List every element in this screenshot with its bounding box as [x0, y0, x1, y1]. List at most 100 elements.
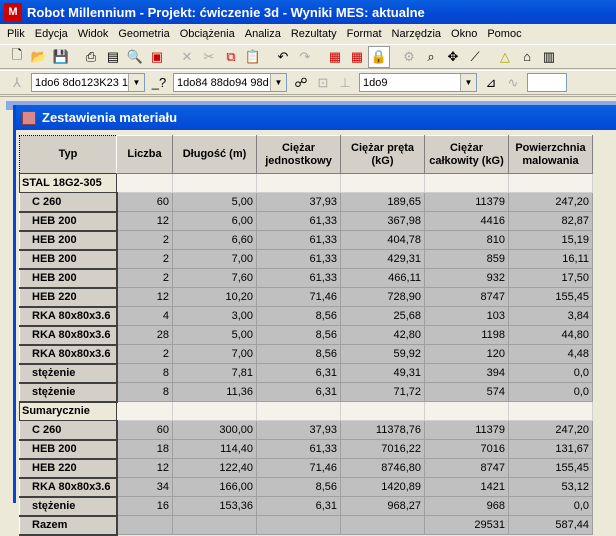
column-header[interactable]: Ciężar całkowity (kG)	[424, 135, 509, 174]
save-icon[interactable]: 💾	[50, 46, 72, 68]
row-header[interactable]: HEB 220	[19, 458, 118, 479]
cut-icon[interactable]: ✂	[198, 46, 220, 68]
menu-1[interactable]: Edycja	[30, 28, 73, 40]
table-cell: 0,0	[508, 382, 593, 402]
menu-3[interactable]: Geometria	[113, 28, 174, 40]
table-edit-icon[interactable]: ▦	[346, 46, 368, 68]
table-cell: 122,40	[172, 458, 257, 478]
column-header[interactable]: Powierzchnia malowania	[508, 135, 593, 174]
node-selection-combo[interactable]: 1do6 8do123K23 1 ▼	[31, 73, 145, 92]
print-setup-icon[interactable]: ▤	[102, 46, 124, 68]
load-case-icon[interactable]: ⊥	[334, 72, 356, 94]
table-cell: 1421	[424, 477, 509, 497]
table-cell: 6,31	[256, 382, 341, 402]
display-icon[interactable]: ⚙	[398, 46, 420, 68]
column-header[interactable]: Długość (m)	[172, 135, 257, 174]
main-toolbar: 🗋 📂 💾 ⎙ ▤ 🔍 ▣ ✕ ✂ ⧉ 📋 ↶ ↷ ▦ ▦ 🔒 ⚙ ⌕ ✥ ⟋ …	[0, 44, 616, 69]
menu-0[interactable]: Plik	[2, 28, 30, 40]
table-cell: 53,12	[508, 477, 593, 497]
row-header[interactable]: stężenie	[19, 382, 118, 403]
structure-icon[interactable]: △	[494, 46, 516, 68]
table-cell: 6,31	[256, 496, 341, 516]
empty-cell	[508, 173, 593, 193]
paste-icon[interactable]: 📋	[242, 46, 264, 68]
screen-capture-icon[interactable]: ▣	[146, 46, 168, 68]
row-header[interactable]: HEB 200	[19, 268, 118, 289]
table-cell: 574	[424, 382, 509, 402]
bar-selection-combo[interactable]: 1do84 88do94 98d ▼	[173, 73, 287, 92]
view-3d-icon[interactable]: ⌂	[516, 46, 538, 68]
panel-icon[interactable]: ⊡	[312, 72, 334, 94]
menu-8[interactable]: Narzędzia	[387, 28, 447, 40]
table-cell: 4	[116, 306, 173, 326]
table-cell: 37,93	[256, 192, 341, 212]
table-row: HEB 220 12 122,40 71,46 8746,80 8747 155,45	[19, 458, 593, 479]
menu-4[interactable]: Obciążenia	[175, 28, 240, 40]
new-file-icon[interactable]: 🗋	[6, 46, 28, 68]
pan-icon[interactable]: ✥	[442, 46, 464, 68]
node-selection-icon[interactable]: ⅄	[6, 72, 28, 94]
table-row: Razem 29531 587,44	[19, 515, 593, 536]
table-cell: 7,00	[172, 344, 257, 364]
copy-icon[interactable]: ⧉	[220, 46, 242, 68]
mode-select-icon[interactable]: ∿	[502, 72, 524, 94]
row-header[interactable]: stężenie	[19, 496, 118, 517]
row-header[interactable]: RKA 80x80x3.6	[19, 325, 118, 346]
print-preview-icon[interactable]: 🔍	[124, 46, 146, 68]
mode-combo[interactable]	[527, 73, 567, 92]
undo-icon[interactable]: ↶	[272, 46, 294, 68]
column-header[interactable]: Liczba	[116, 135, 173, 174]
load-case-combo[interactable]: 1do9 ▼	[359, 73, 477, 92]
row-header[interactable]: C 260	[19, 420, 118, 441]
empty-cell	[340, 401, 425, 421]
calculator-icon[interactable]: ▥	[538, 46, 560, 68]
column-header[interactable]: Ciężar jednostkowy	[256, 135, 341, 174]
table-row: HEB 200 12 6,00 61,33 367,98 4416 82,87	[19, 211, 593, 232]
row-header[interactable]: Razem	[19, 515, 118, 536]
table-icon[interactable]: ▦	[324, 46, 346, 68]
menu-5[interactable]: Analiza	[240, 28, 286, 40]
redo-icon[interactable]: ↷	[294, 46, 316, 68]
row-header[interactable]: HEB 220	[19, 287, 118, 308]
rotate-icon[interactable]: ⟋	[464, 46, 486, 68]
menu-6[interactable]: Rezultaty	[286, 28, 342, 40]
menu-2[interactable]: Widok	[73, 28, 114, 40]
menu-10[interactable]: Pomoc	[482, 28, 526, 40]
row-header[interactable]: HEB 200	[19, 230, 118, 251]
zoom-window-icon[interactable]: ⌕	[420, 46, 442, 68]
table-cell: 859	[424, 249, 509, 269]
table-cell: 7016	[424, 439, 509, 459]
delete-icon[interactable]: ✕	[176, 46, 198, 68]
load-case-select-icon[interactable]: ⊿	[480, 72, 502, 94]
table-cell: 8	[116, 382, 173, 402]
bar-selection-icon[interactable]: _?	[148, 72, 170, 94]
column-header[interactable]: Ciężar pręta (kG)	[340, 135, 425, 174]
chevron-down-icon[interactable]: ▼	[270, 74, 286, 91]
row-header[interactable]: RKA 80x80x3.6	[19, 306, 118, 327]
chevron-down-icon[interactable]: ▼	[128, 74, 144, 91]
table-cell: 4,48	[508, 344, 593, 364]
lock-icon[interactable]: 🔒	[368, 45, 390, 68]
row-header[interactable]: RKA 80x80x3.6	[19, 477, 118, 498]
table-cell	[172, 515, 257, 535]
open-folder-icon[interactable]: 📂	[28, 46, 50, 68]
chevron-down-icon[interactable]: ▼	[460, 74, 476, 91]
menu-7[interactable]: Format	[342, 28, 387, 40]
table-row: stężenie 8 7,81 6,31 49,31 394 0,0	[19, 363, 593, 384]
empty-cell	[256, 401, 341, 421]
row-header[interactable]: HEB 200	[19, 211, 118, 232]
row-header[interactable]: HEB 200	[19, 249, 118, 270]
row-header[interactable]: HEB 200	[19, 439, 118, 460]
menu-9[interactable]: Okno	[446, 28, 482, 40]
row-header[interactable]: RKA 80x80x3.6	[19, 344, 118, 365]
selection-tool-icon[interactable]: ☍	[290, 72, 312, 94]
empty-cell	[172, 401, 257, 421]
table-cell: 16	[116, 496, 173, 516]
print-icon[interactable]: ⎙	[80, 46, 102, 68]
table-cell: 18	[116, 439, 173, 459]
table-cell: 6,31	[256, 363, 341, 383]
table-cell: 10,20	[172, 287, 257, 307]
column-header[interactable]: Typ	[19, 135, 117, 174]
row-header[interactable]: stężenie	[19, 363, 118, 384]
row-header[interactable]: C 260	[19, 192, 118, 213]
